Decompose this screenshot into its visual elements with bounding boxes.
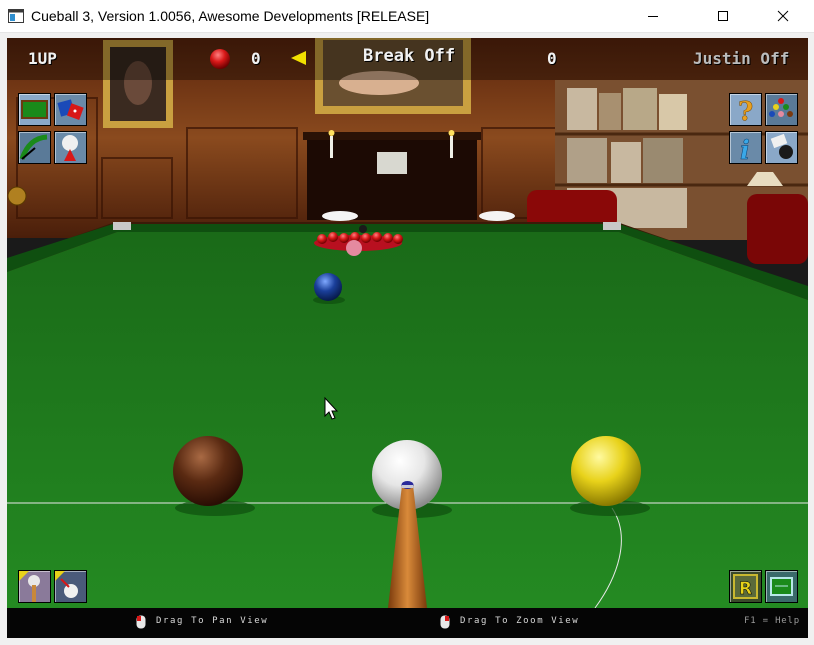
- player1-label: 1UP: [28, 49, 57, 68]
- ball-rack-button[interactable]: [765, 93, 798, 126]
- mouse-left-icon: [136, 615, 146, 629]
- status-message: Break Off: [363, 46, 456, 66]
- cue-aim-button[interactable]: [18, 131, 51, 164]
- dice-button[interactable]: [54, 93, 87, 126]
- cue-ball-spin-icon: [62, 135, 78, 161]
- cue-height-button[interactable]: [18, 570, 51, 603]
- lamp-left: [322, 211, 358, 221]
- svg-text:R: R: [739, 579, 752, 599]
- help-hint: F1 = Help: [744, 616, 800, 626]
- brown-ball: [173, 436, 243, 506]
- dice-icon: [57, 99, 84, 120]
- window-title: Cueball 3, Version 1.0056, Awesome Devel…: [31, 8, 430, 24]
- table-view-icon: [21, 100, 48, 119]
- camera-icon: [770, 133, 793, 159]
- fireplace: [303, 130, 481, 220]
- ball-rack-icon: [769, 98, 793, 117]
- view-toggle-button[interactable]: [765, 570, 798, 603]
- pan-view-hint: Drag To Pan View: [156, 616, 269, 626]
- svg-text:?: ?: [738, 97, 753, 125]
- help-button[interactable]: ?: [729, 93, 762, 126]
- cue-ball-spin-button[interactable]: [54, 131, 87, 164]
- replay-button[interactable]: R: [729, 570, 762, 603]
- replay-icon: R: [733, 574, 758, 599]
- mouse-right-icon: [440, 615, 450, 629]
- maximize-icon: [718, 11, 728, 21]
- turn-indicator-icon: [291, 51, 306, 65]
- camera-button[interactable]: [765, 131, 798, 164]
- blue-ball: [314, 273, 342, 301]
- minimize-button[interactable]: [630, 0, 676, 32]
- cue-aim-icon: [19, 134, 48, 160]
- player2-label: Justin Off: [693, 49, 790, 68]
- game-viewport[interactable]: 1UP 0 Break Off 0 Justin Off ? i R Drag …: [7, 38, 808, 638]
- player2-score: 0: [547, 49, 557, 68]
- view-toggle-icon: [770, 577, 793, 596]
- wall-clock: [7, 186, 27, 206]
- info-button[interactable]: i: [729, 131, 762, 164]
- svg-text:i: i: [740, 136, 750, 163]
- cue-height-icon: [19, 571, 40, 602]
- cue-ball-position-button[interactable]: [54, 570, 87, 603]
- close-button[interactable]: [760, 0, 806, 32]
- zoom-view-hint: Drag To Zoom View: [460, 616, 580, 626]
- info-icon: i: [740, 136, 750, 163]
- help-icon: ?: [738, 97, 754, 125]
- player1-score: 0: [251, 49, 261, 68]
- window-titlebar[interactable]: Cueball 3, Version 1.0056, Awesome Devel…: [0, 0, 814, 33]
- close-icon: [777, 10, 789, 22]
- lamp-right: [479, 211, 515, 221]
- maximize-button[interactable]: [700, 0, 746, 32]
- app-icon: [8, 9, 24, 23]
- ball-on-indicator-icon: [210, 49, 230, 69]
- minimize-icon: [648, 16, 658, 17]
- status-bar: Drag To Pan View Drag To Zoom View F1 = …: [7, 608, 808, 638]
- pink-ball: [346, 240, 362, 256]
- cue-ball-position-icon: [55, 571, 78, 598]
- corner-pocket-left: [113, 222, 131, 230]
- table-view-button[interactable]: [18, 93, 51, 126]
- corner-pocket-right: [603, 222, 621, 230]
- snooker-scene[interactable]: [7, 38, 808, 638]
- yellow-ball: [571, 436, 641, 506]
